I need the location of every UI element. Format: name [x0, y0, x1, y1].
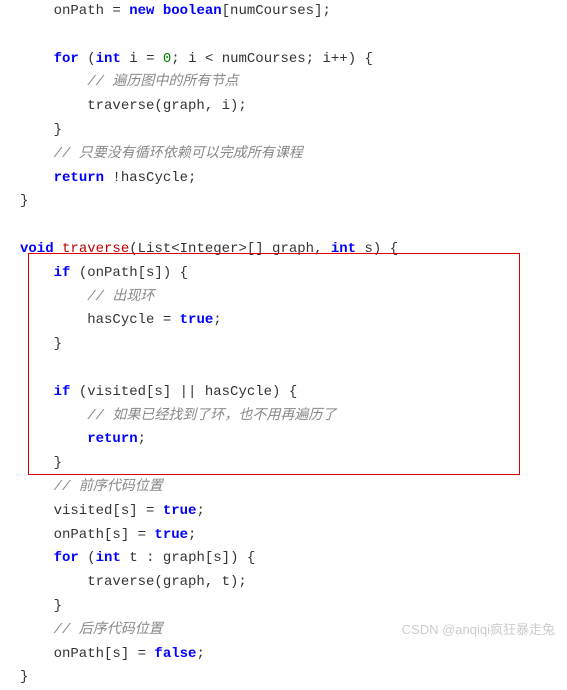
code-block: onPath = new boolean[numCourses]; for (i… [0, 0, 567, 690]
code-line: } [20, 336, 62, 352]
code-line: } [20, 455, 62, 471]
code-line: // 出现环 [20, 289, 154, 305]
code-line: // 如果已经找到了环，也不用再遍历了 [20, 408, 336, 424]
code-line: for (int t : graph[s]) { [20, 550, 255, 566]
code-line: void traverse(List<Integer>[] graph, int… [20, 241, 398, 257]
code-line: } [20, 193, 28, 209]
code-line: } [20, 598, 62, 614]
code-line: traverse(graph, i); [20, 98, 247, 114]
code-line: // 只要没有循环依赖可以完成所有课程 [20, 146, 303, 162]
code-line: } [20, 669, 28, 685]
code-line: if (onPath[s]) { [20, 265, 188, 281]
code-line: for (int i = 0; i < numCourses; i++) { [20, 51, 373, 67]
code-line: visited[s] = true; [20, 503, 205, 519]
code-line: onPath[s] = false; [20, 646, 205, 662]
code-line: hasCycle = true; [20, 312, 222, 328]
code-line: traverse(graph, t); [20, 574, 247, 590]
code-line: // 遍历图中的所有节点 [20, 74, 238, 90]
code-line: onPath[s] = true; [20, 527, 196, 543]
code-line: onPath = new boolean[numCourses]; [20, 3, 331, 19]
code-line: return; [20, 431, 146, 447]
code-line: // 后序代码位置 [20, 622, 163, 638]
code-line: } [20, 122, 62, 138]
code-line: // 前序代码位置 [20, 479, 163, 495]
code-line: return !hasCycle; [20, 170, 196, 186]
code-line: if (visited[s] || hasCycle) { [20, 384, 297, 400]
